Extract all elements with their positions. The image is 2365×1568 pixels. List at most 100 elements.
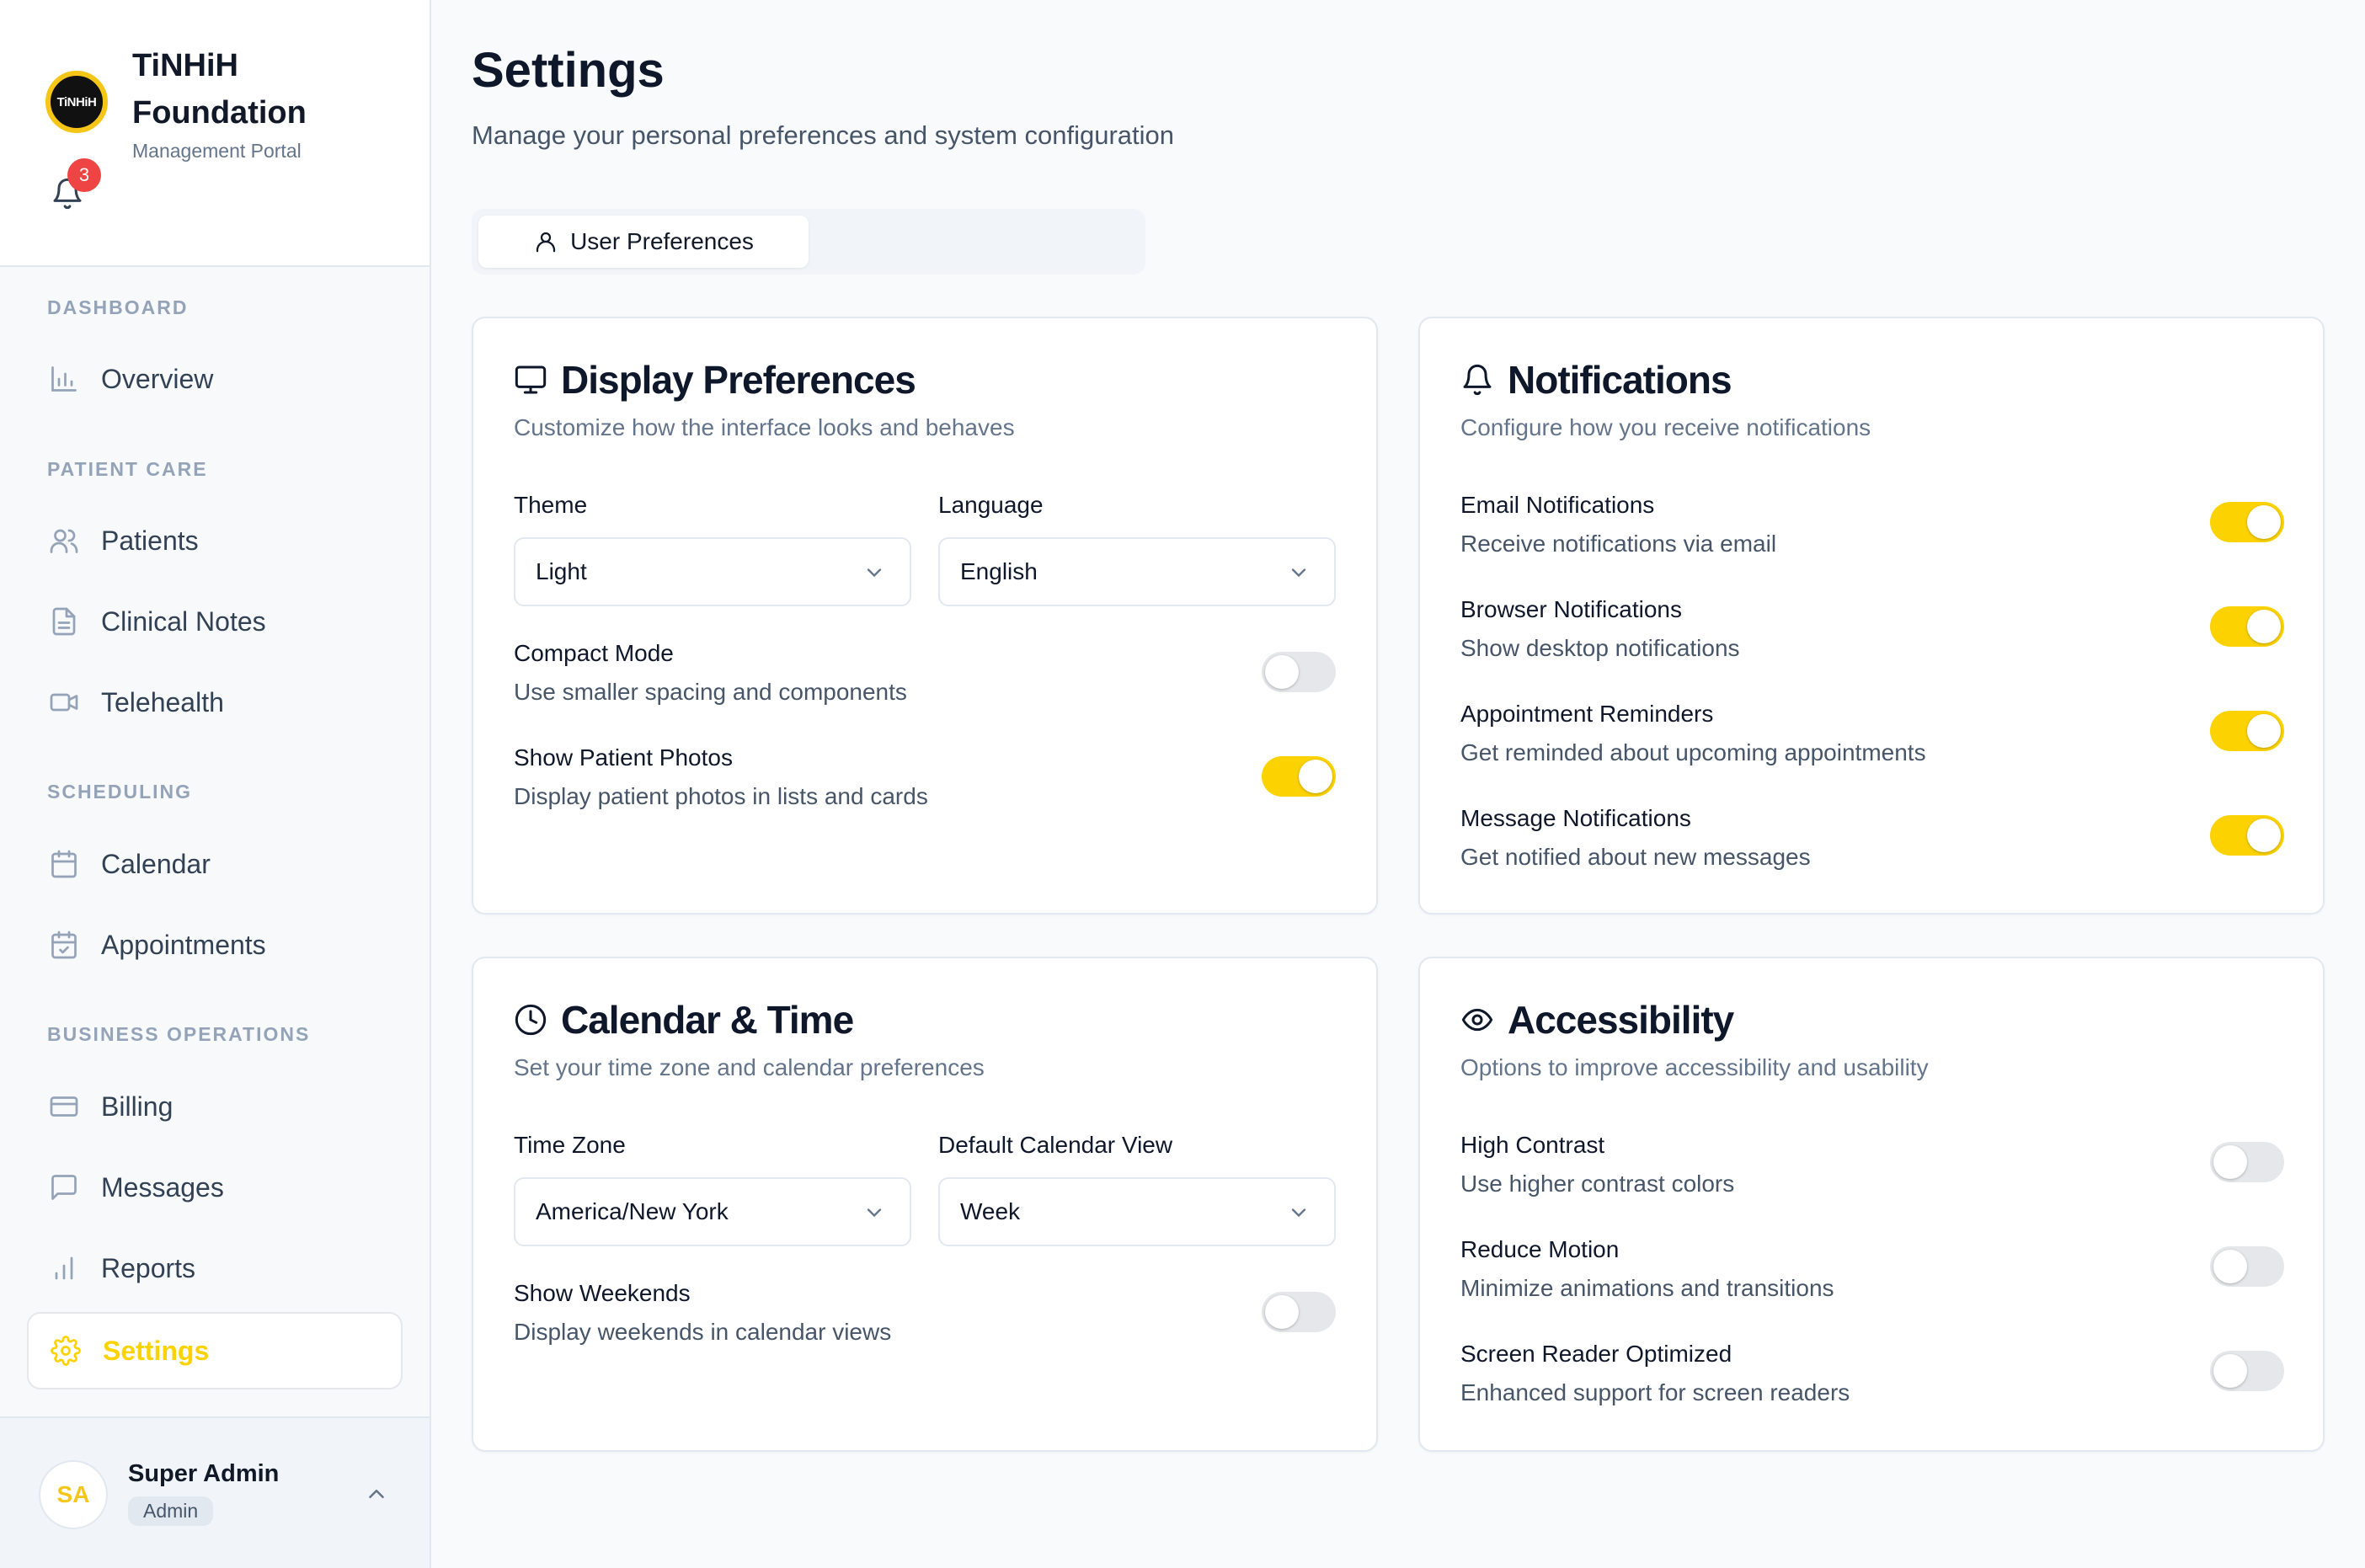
email-notifications-title: Email Notifications: [1460, 492, 1655, 518]
toggle-knob: [2213, 1145, 2247, 1179]
section-label-dashboard: DASHBOARD: [47, 296, 189, 318]
language-value: English: [960, 558, 1038, 584]
timezone-select[interactable]: America/New York: [514, 1177, 911, 1246]
high-contrast-desc: Use higher contrast colors: [1460, 1171, 1735, 1197]
sidebar-item-appointments[interactable]: Appointments: [27, 906, 403, 984]
sidebar-item-reports[interactable]: Reports: [27, 1229, 403, 1307]
calendar-view-select[interactable]: Week: [938, 1177, 1336, 1246]
reduce-motion-toggle[interactable]: [2210, 1246, 2284, 1287]
high-contrast-title: High Contrast: [1460, 1132, 1605, 1158]
screen-reader-toggle[interactable]: [2210, 1351, 2284, 1391]
monitor-icon: [514, 362, 549, 397]
sidebar-header: TiNHiH TiNHiH Foundation Management Port…: [0, 0, 430, 267]
bar-chart-icon: [47, 362, 81, 396]
users-icon: [47, 524, 81, 557]
card-description: Configure how you receive notifications: [1460, 414, 1871, 440]
screen-reader-title: Screen Reader Optimized: [1460, 1341, 1732, 1367]
section-label-business-operations: BUSINESS OPERATIONS: [47, 1023, 311, 1045]
section-label-patient-care: PATIENT CARE: [47, 458, 208, 480]
page-subtitle: Manage your personal preferences and sys…: [472, 120, 1175, 150]
sidebar-item-label: Clinical Notes: [101, 605, 266, 637]
show-weekends-title: Show Weekends: [514, 1280, 691, 1306]
show-weekends-toggle[interactable]: [1262, 1292, 1336, 1332]
card-header: Notifications: [1460, 357, 1732, 403]
sidebar-item-messages[interactable]: Messages: [27, 1149, 403, 1226]
org-logo[interactable]: TiNHiH: [45, 71, 108, 133]
sidebar-item-label: Billing: [101, 1091, 174, 1122]
theme-label: Theme: [514, 492, 588, 518]
reduce-motion-desc: Minimize animations and transitions: [1460, 1275, 1834, 1301]
toggle-knob: [1265, 1295, 1299, 1329]
org-name: TiNHiH Foundation: [132, 48, 307, 131]
toggle-knob: [1265, 655, 1299, 689]
gear-icon: [49, 1334, 83, 1368]
card-header: Accessibility: [1460, 997, 1734, 1043]
toggle-knob: [2247, 714, 2281, 748]
bar-chart-icon: [47, 1251, 81, 1285]
sidebar-item-calendar[interactable]: Calendar: [27, 825, 403, 903]
card-title: Display Preferences: [561, 358, 916, 402]
sidebar-item-clinical-notes[interactable]: Clinical Notes: [27, 583, 403, 660]
email-notifications-desc: Receive notifications via email: [1460, 531, 1777, 557]
credit-card-icon: [47, 1090, 81, 1123]
high-contrast-toggle[interactable]: [2210, 1142, 2284, 1182]
email-notifications-toggle[interactable]: [2210, 502, 2284, 542]
settings-tabs: User Preferences: [472, 209, 1145, 275]
sidebar-item-patients[interactable]: Patients: [27, 502, 403, 579]
sidebar-item-label: Calendar: [101, 848, 211, 879]
sidebar-item-billing[interactable]: Billing: [27, 1068, 403, 1145]
calendar-view-label: Default Calendar View: [938, 1132, 1173, 1158]
calendar-time-card: Calendar & Time Set your time zone and c…: [472, 957, 1378, 1452]
browser-notifications-toggle[interactable]: [2210, 606, 2284, 647]
timezone-label: Time Zone: [514, 1132, 626, 1158]
card-description: Set your time zone and calendar preferen…: [514, 1054, 985, 1080]
appointment-reminders-title: Appointment Reminders: [1460, 701, 1714, 727]
chevron-down-icon: [867, 1208, 882, 1218]
toggle-knob: [2247, 610, 2281, 643]
card-description: Options to improve accessibility and usa…: [1460, 1054, 1929, 1080]
message-notifications-toggle[interactable]: [2210, 815, 2284, 856]
sidebar-item-label: Settings: [103, 1335, 210, 1366]
toggle-knob: [2213, 1354, 2247, 1388]
theme-value: Light: [536, 558, 587, 584]
reduce-motion-title: Reduce Motion: [1460, 1236, 1620, 1262]
logo-text: TiNHiH: [56, 94, 97, 109]
avatar: SA: [39, 1460, 108, 1529]
tab-user-preferences[interactable]: User Preferences: [478, 216, 809, 268]
screen-reader-desc: Enhanced support for screen readers: [1460, 1379, 1850, 1405]
sidebar-item-label: Appointments: [101, 929, 266, 960]
message-icon: [47, 1171, 81, 1204]
notifications-card: Notifications Configure how you receive …: [1418, 317, 2325, 915]
card-description: Customize how the interface looks and be…: [514, 414, 1015, 440]
calendar-check-icon: [47, 928, 81, 962]
user-profile-footer[interactable]: SA Super Admin Admin: [0, 1416, 430, 1568]
message-notifications-desc: Get notified about new messages: [1460, 844, 1811, 870]
eye-icon: [1460, 1002, 1496, 1037]
browser-notifications-desc: Show desktop notifications: [1460, 635, 1740, 661]
compact-mode-toggle[interactable]: [1262, 652, 1336, 692]
user-icon: [536, 232, 556, 253]
sidebar-item-label: Messages: [101, 1171, 224, 1203]
toggle-knob: [2213, 1250, 2247, 1283]
sidebar-item-overview[interactable]: Overview: [27, 340, 403, 418]
page-title: Settings: [472, 43, 665, 98]
chevron-down-icon: [1291, 568, 1306, 578]
theme-select[interactable]: Light: [514, 537, 911, 606]
chevron-down-icon: [867, 568, 882, 578]
tab-label: User Preferences: [570, 228, 754, 254]
show-weekends-desc: Display weekends in calendar views: [514, 1319, 892, 1345]
sidebar-item-label: Patients: [101, 525, 199, 556]
chevron-up-icon[interactable]: [364, 1481, 389, 1507]
org-subtitle: Management Portal: [132, 140, 302, 162]
display-preferences-card: Display Preferences Customize how the in…: [472, 317, 1378, 915]
bell-icon: [1460, 362, 1496, 397]
show-patient-photos-toggle[interactable]: [1262, 756, 1336, 797]
clock-icon: [514, 1002, 549, 1037]
language-select[interactable]: English: [938, 537, 1336, 606]
calendar-view-value: Week: [960, 1198, 1021, 1224]
toggle-knob: [2247, 505, 2281, 539]
sidebar-item-settings[interactable]: Settings: [27, 1312, 403, 1389]
card-title: Accessibility: [1508, 998, 1734, 1042]
appointment-reminders-toggle[interactable]: [2210, 711, 2284, 751]
sidebar-item-telehealth[interactable]: Telehealth: [27, 664, 403, 741]
